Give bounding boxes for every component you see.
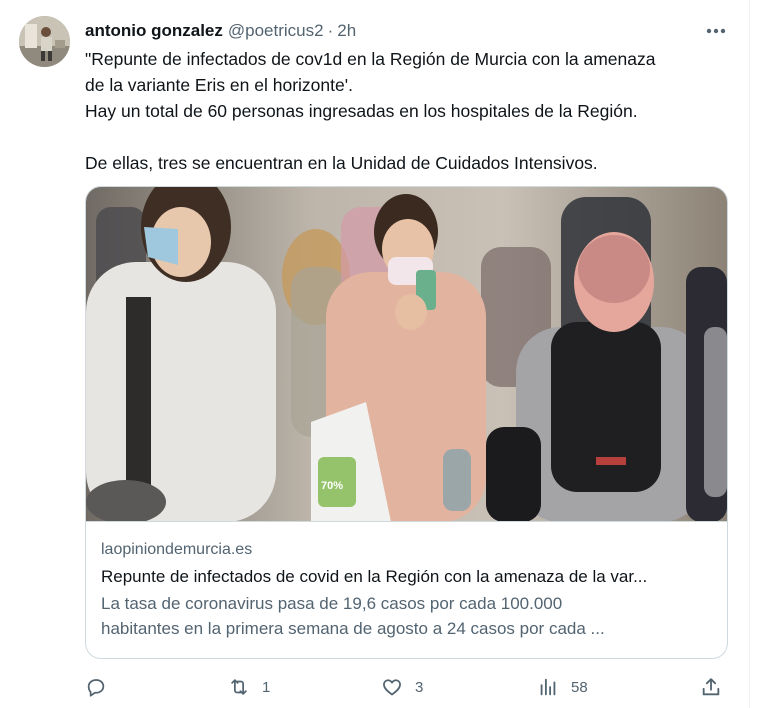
views-chart-icon xyxy=(540,678,556,696)
retweet-count: 1 xyxy=(262,678,271,696)
card-description: La tasa de coronavirus pasa de 19,6 caso… xyxy=(101,591,716,641)
share-button[interactable] xyxy=(700,674,722,700)
tweet-header: antonio gonzalez @poetricus2 · 2h xyxy=(85,20,356,42)
tweet-text-line: De ellas, tres se encuentran en la Unida… xyxy=(85,153,598,173)
tweet-text-line: de la variante Eris en el horizonte'. xyxy=(85,75,353,95)
card-title[interactable]: Repunte de infectados de covid en la Reg… xyxy=(101,563,716,591)
author-handle[interactable]: @poetricus2 xyxy=(228,21,324,41)
retweet-icon xyxy=(231,679,247,695)
header-separator: · xyxy=(327,21,334,40)
author-name[interactable]: antonio gonzalez xyxy=(85,21,223,41)
tweet-text-line: Hay un total de 60 personas ingresadas e… xyxy=(85,101,638,121)
reply-icon xyxy=(87,679,105,697)
bag-label: 70% xyxy=(321,480,343,492)
like-count: 3 xyxy=(415,678,424,696)
like-button[interactable]: 3 xyxy=(381,674,423,700)
column-divider xyxy=(749,0,750,708)
link-card[interactable]: 70% laopiniondemurcia.es Repunte de infe… xyxy=(85,186,728,659)
card-body: laopiniondemurcia.es Repunte de infectad… xyxy=(101,537,716,641)
card-image[interactable]: 70% xyxy=(86,187,727,522)
tweet-text-line: "Repunte de infectados de cov1d en la Re… xyxy=(85,49,656,69)
views-count: 58 xyxy=(571,678,588,696)
avatar[interactable] xyxy=(19,16,70,67)
card-photo: 70% xyxy=(86,187,727,521)
tweet-time[interactable]: 2h xyxy=(337,21,356,41)
card-domain: laopiniondemurcia.es xyxy=(101,541,253,558)
card-description-line: habitantes en la primera semana de agost… xyxy=(101,619,605,638)
avatar-photo xyxy=(19,16,70,67)
tweet-text: "Repunte de infectados de cov1d en la Re… xyxy=(85,46,725,176)
more-horizontal-icon xyxy=(706,28,726,34)
more-options-button[interactable] xyxy=(703,20,729,42)
heart-icon xyxy=(383,679,401,696)
retweet-button[interactable]: 1 xyxy=(228,674,270,700)
tweet-actions: 1 3 58 xyxy=(85,674,725,700)
views-button[interactable]: 58 xyxy=(537,674,588,700)
card-description-line: La tasa de coronavirus pasa de 19,6 caso… xyxy=(101,594,563,613)
share-icon xyxy=(702,678,720,696)
reply-button[interactable] xyxy=(85,674,119,700)
